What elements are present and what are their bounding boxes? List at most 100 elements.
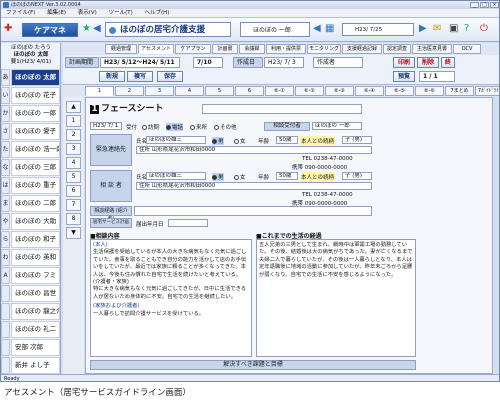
top-tab[interactable]: 支援経過記録 (342, 44, 382, 54)
arrow-left-icon[interactable]: ◀ (313, 24, 321, 34)
date-field[interactable]: 7/10 (193, 57, 223, 68)
menu-file[interactable]: ファイル(F) (6, 10, 35, 16)
sheet-tab[interactable]: 2 (115, 86, 144, 96)
patient-list-item[interactable]: ほのぼの 大助 (11, 213, 60, 230)
section-nav-button[interactable]: ▼ (66, 227, 81, 239)
section-nav-button[interactable]: 1 (66, 115, 81, 127)
patient-list-item[interactable]: ほのぼの 三郎 (11, 159, 60, 176)
contact1-age[interactable]: 50歳 (276, 136, 298, 144)
contact2-sex-male[interactable]: 男 (212, 173, 224, 181)
sheet-tab[interactable]: ⑥-④ (355, 86, 384, 96)
sheet-tab[interactable]: 7まとめ (445, 86, 474, 96)
preview-button[interactable]: 預覧 (393, 71, 415, 82)
patient-list-item[interactable]: ほのぼの 太郎 (11, 69, 60, 86)
maximize-button[interactable]: □ (480, 2, 489, 8)
kana-index[interactable]: わ (1, 249, 10, 266)
method-visit-office[interactable]: 来所 (190, 123, 207, 131)
arrow-right-icon[interactable]: ▶ (419, 24, 427, 34)
patient-list-item[interactable]: ほのぼの 浩一郎 (11, 141, 60, 158)
sheet-tab[interactable]: ⑥-⑥ (415, 86, 444, 96)
sheet-tab[interactable]: 3 (145, 86, 174, 96)
copy-button[interactable]: 複写 (127, 71, 153, 82)
patient-list-item[interactable]: ほのぼの 二郎 (11, 195, 60, 212)
section-nav-button[interactable]: 6 (66, 185, 81, 197)
kana-index[interactable] (1, 321, 10, 338)
section-nav-button[interactable]: 5 (66, 171, 81, 183)
help-icon[interactable]: ? (464, 24, 469, 34)
top-tab[interactable]: OCV (453, 44, 481, 54)
sheet-tab[interactable]: ⑥-② (295, 86, 324, 96)
kana-index[interactable]: は (1, 177, 10, 194)
contact1-address[interactable]: 住所 山形県尾花沢市和田0000 (136, 146, 372, 154)
title-input[interactable] (202, 104, 362, 114)
sheet-tab[interactable]: ⑥-⑤ (385, 86, 414, 96)
contact1-name[interactable]: ほのぼの雄三 (146, 136, 206, 144)
print-button[interactable]: 印刷 (393, 57, 415, 68)
kana-index[interactable]: さ (1, 123, 10, 140)
patient-list-item[interactable]: ほのぼの 礼二 (11, 321, 60, 338)
sheet-tab[interactable]: 7ｶﾞｲﾄﾞﾗｲﾝ (475, 86, 499, 96)
contact1-sex-female[interactable]: 女 (234, 137, 246, 145)
star-icon[interactable]: ★ (82, 24, 91, 34)
keamane-button[interactable]: ケアマネ (22, 23, 78, 37)
issues-goals-bar[interactable]: 解決すべき課題と目標 (90, 360, 416, 370)
patient-list-item[interactable]: 安部 次郎 (11, 339, 60, 356)
close-button[interactable]: × (490, 2, 499, 8)
menu-help[interactable]: ヘルプ(H) (144, 10, 169, 16)
top-tab[interactable]: ケアプラン (175, 44, 211, 54)
author-field[interactable]: 作成者 (313, 57, 363, 68)
menu-view[interactable]: 表示(V) (78, 10, 97, 16)
sheet-tab[interactable]: 5 (205, 86, 234, 96)
period-field[interactable]: H23/ 5/12～H24/ 5/11 (100, 57, 180, 68)
sheet-tab[interactable]: 1 (85, 86, 114, 96)
home-icon[interactable]: ✚ (4, 24, 12, 34)
calendar-icon[interactable]: ▦ (325, 24, 334, 34)
top-tab[interactable]: 会議録 (239, 44, 265, 54)
patient-list-item[interactable]: 新井 よし子 (11, 357, 60, 374)
kana-index[interactable]: ま (1, 195, 10, 212)
date-box[interactable]: H23/ 7/25 (342, 23, 414, 36)
section-nav-button[interactable]: 8 (66, 213, 81, 225)
kana-index[interactable] (1, 303, 10, 320)
accept-date[interactable]: H23/ 7/ 1 (90, 122, 122, 130)
patient-list-item[interactable]: ほのぼの 愛子 (11, 123, 60, 140)
patient-list-item[interactable]: ほのぼの 龍之介 (11, 303, 60, 320)
contact2-address[interactable]: 住所 山形県尾花沢市和田0000 (136, 182, 372, 190)
section-nav-button[interactable]: 3 (66, 143, 81, 155)
top-tab[interactable]: 主治医意見書 (412, 44, 452, 54)
section-nav-button[interactable]: 7 (66, 199, 81, 211)
top-tab[interactable]: 認定調査 (383, 44, 411, 54)
top-tab[interactable]: 利用・提供票 (266, 44, 306, 54)
section-nav-button[interactable]: 4 (66, 157, 81, 169)
top-tab[interactable]: 計画書 (212, 44, 238, 54)
end-button[interactable]: 終 (441, 57, 455, 68)
kana-index[interactable]: あ (1, 69, 10, 86)
menu-edit[interactable]: 編集(E) (47, 10, 66, 16)
consultant-field[interactable]: ほのぼの 一郎 (312, 122, 362, 130)
minimize-button[interactable]: _ (470, 2, 479, 8)
section-nav-button[interactable]: 2 (66, 129, 81, 141)
created-field[interactable]: H23/ 7/ 3 (264, 57, 304, 68)
sheet-tab[interactable]: ⑥-① (265, 86, 294, 96)
contact1-relation[interactable]: 子 (男) (342, 136, 372, 144)
sheet-tab[interactable]: 4 (175, 86, 204, 96)
contact1-sex-male[interactable]: 男 (212, 137, 224, 145)
patient-list-item[interactable]: ほのぼの 花子 (11, 87, 60, 104)
contact2-name[interactable]: ほのぼの雄三 (146, 172, 206, 180)
back-icon[interactable]: ◀ (93, 24, 101, 34)
contact2-sex-female[interactable]: 女 (234, 173, 246, 181)
patient-list-item[interactable]: ほのぼの フミ (11, 267, 60, 284)
patient-list-item[interactable]: ほのぼの 重子 (11, 177, 60, 194)
kana-index[interactable]: た (1, 141, 10, 158)
method-phone[interactable]: 電話 (166, 123, 184, 131)
kana-index[interactable]: い (1, 87, 10, 104)
patient-list-item[interactable]: ほのぼの 昌世 (11, 285, 60, 302)
method-other[interactable]: その他 (214, 123, 237, 131)
save-button[interactable]: 保存 (157, 71, 183, 82)
top-tab[interactable]: 経過管理 (105, 44, 137, 54)
kana-index[interactable] (1, 285, 10, 302)
delete-button[interactable]: 削除 (417, 57, 439, 68)
sheet-tab[interactable]: ⑥-③ (325, 86, 354, 96)
top-tab[interactable]: アセスメント (138, 44, 174, 54)
kana-index[interactable] (1, 339, 10, 356)
